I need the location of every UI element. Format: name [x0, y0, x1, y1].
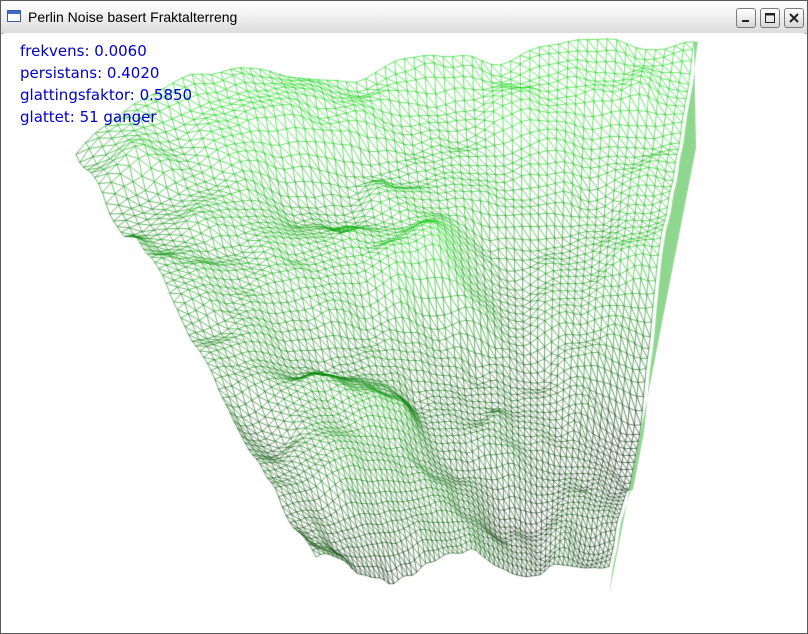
glattet-label: glattet: 51 ganger	[20, 108, 157, 126]
close-button[interactable]	[784, 8, 804, 28]
maximize-icon	[765, 13, 775, 23]
persistans-label: persistans: 0.4020	[20, 64, 160, 82]
glattingsfaktor-label: glattingsfaktor: 0.5850	[20, 86, 193, 104]
render-viewport[interactable]: frekvens: 0.0060 persistans: 0.4020 glat…	[4, 33, 804, 631]
parameter-overlay: frekvens: 0.0060 persistans: 0.4020 glat…	[20, 40, 192, 128]
window-title: Perlin Noise basert Fraktalterreng	[28, 9, 238, 25]
close-icon	[789, 13, 799, 23]
window-icon[interactable]	[7, 10, 21, 22]
minimize-button[interactable]	[736, 8, 756, 28]
minimize-icon	[742, 20, 749, 22]
maximize-button[interactable]	[760, 8, 780, 28]
title-bar[interactable]: Perlin Noise basert Fraktalterreng	[1, 1, 807, 34]
app-window: Perlin Noise basert Fraktalterreng frekv…	[0, 0, 808, 634]
frekvens-label: frekvens: 0.0060	[20, 42, 147, 60]
